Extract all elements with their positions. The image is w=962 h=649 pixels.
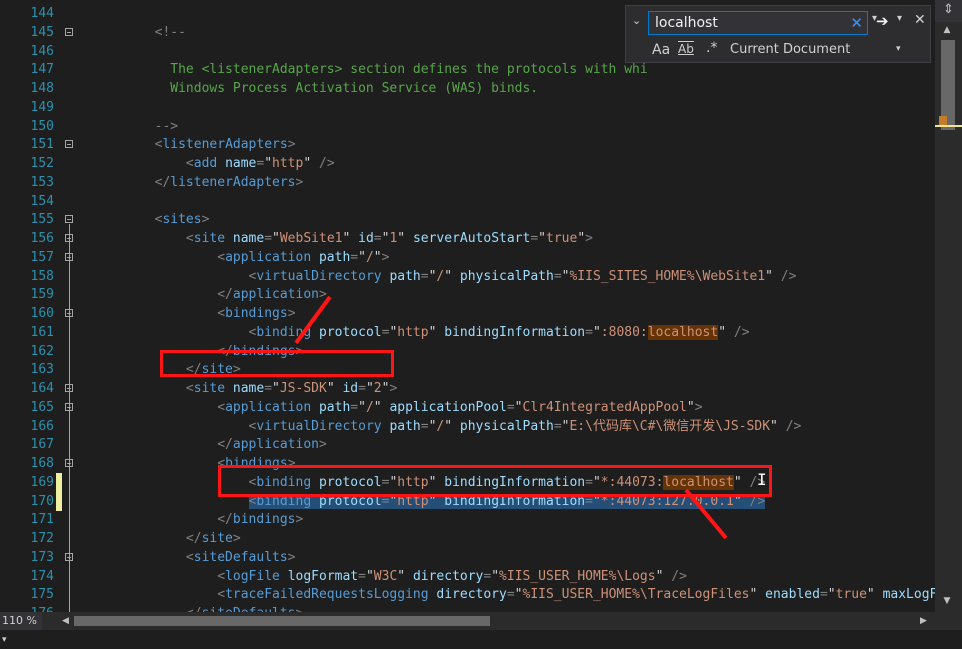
horizontal-scroll-thumb[interactable] [74,616,490,626]
clear-search-icon[interactable]: ✕ [850,12,863,34]
scroll-left-icon[interactable]: ◀ [62,616,72,626]
match-case-toggle[interactable]: Aa [652,42,670,58]
annotation-arrow-top [294,295,332,345]
split-window-button[interactable]: ⇕ [935,0,962,22]
zoom-level-dropdown[interactable]: 110 % ▾ [0,612,42,645]
toggle-replace-chevron-icon[interactable]: ⌄ [632,14,641,27]
scroll-down-icon[interactable]: ▼ [938,596,956,606]
caret-position-marker [935,125,962,127]
code-editor[interactable]: 144 145 <!-- 146 147 The <listenerAdapters>… [0,0,935,612]
find-widget: ⌄ localhost ✕ ▾ ➔ ▾ ✕ Aa Ab .* Current D… [625,5,931,63]
search-scope-select[interactable]: Current Document [730,42,850,57]
zoom-level-text: 110 % [2,614,37,627]
annotation-arrows [294,295,728,540]
close-find-icon[interactable]: ✕ [914,12,926,28]
split-icon: ⇕ [943,2,954,17]
scroll-up-icon[interactable]: ▲ [938,25,956,35]
zoom-dropdown-icon: ▾ [2,635,7,645]
whole-word-toggle[interactable]: Ab [678,42,694,56]
vertical-scrollbar[interactable]: ⇕ ▲ ▼ [935,0,962,612]
scope-dropdown-icon[interactable]: ▾ [896,44,901,54]
find-search-input[interactable]: localhost ✕ [648,11,868,35]
horizontal-scrollbar[interactable]: ◀ ▶ [0,612,962,630]
find-query-text: localhost [655,15,718,31]
find-next-dropdown-icon[interactable]: ▾ [897,13,902,24]
regex-toggle-icon[interactable]: .* [706,40,717,56]
find-next-arrow-icon[interactable]: ➔ [876,12,889,30]
annotation-arrow-bottom [684,488,728,540]
scroll-right-icon[interactable]: ▶ [920,616,930,626]
text-cursor-icon: I [757,470,767,489]
